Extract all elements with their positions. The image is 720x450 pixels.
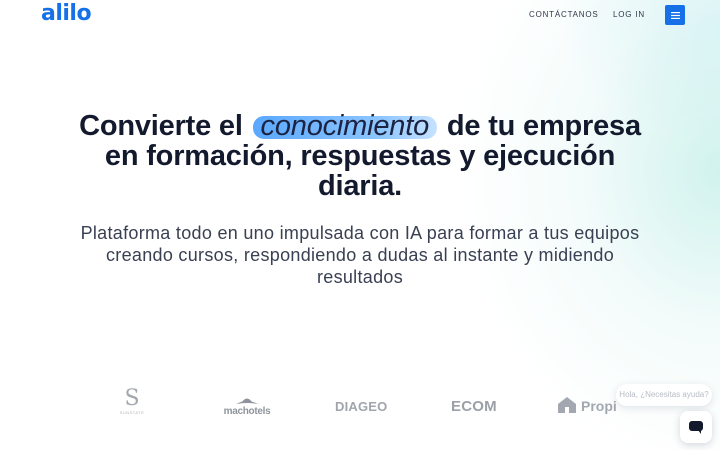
site-header: alilo CONTÁCTANOS LOG IN [0, 0, 720, 30]
hamburger-menu-icon [670, 11, 680, 19]
chat-icon [689, 420, 703, 434]
s-brand-mark: S [124, 386, 140, 411]
logo-propi: Propi [557, 396, 617, 419]
propi-house-icon [558, 397, 576, 413]
chat-launcher-button[interactable] [680, 411, 712, 443]
logo-ecom: ECOM [451, 398, 497, 415]
alilo-logo[interactable]: alilo [41, 1, 92, 27]
mac-hotels-hat-icon [236, 398, 258, 404]
nav-contact-link[interactable]: CONTÁCTANOS [529, 10, 599, 20]
hero-headline: Convierte el conocimiento de tu empresa … [60, 111, 660, 201]
logo-s-brand: S SUNSTATE [117, 388, 147, 416]
logo-mac-hotels: machotels [222, 396, 272, 417]
menu-button[interactable] [665, 5, 685, 25]
headline-highlight: conocimiento [252, 111, 438, 141]
chat-greeting-bubble[interactable]: Hola, ¿Necesitas ayuda? [616, 384, 712, 406]
headline-part-1: Convierte el [79, 110, 243, 142]
client-logos: S SUNSTATE machotels DIAGEO ECOM Propi [0, 380, 720, 430]
s-brand-caption: SUNSTATE [119, 410, 145, 415]
logo-diageo: DIAGEO [335, 399, 388, 414]
hero-subtitle: Plataforma todo en uno impulsada con IA … [80, 223, 640, 287]
mac-hotels-wordmark: machotels [223, 406, 271, 417]
propi-wordmark: Propi [581, 398, 617, 414]
nav-login-link[interactable]: LOG IN [613, 10, 645, 20]
